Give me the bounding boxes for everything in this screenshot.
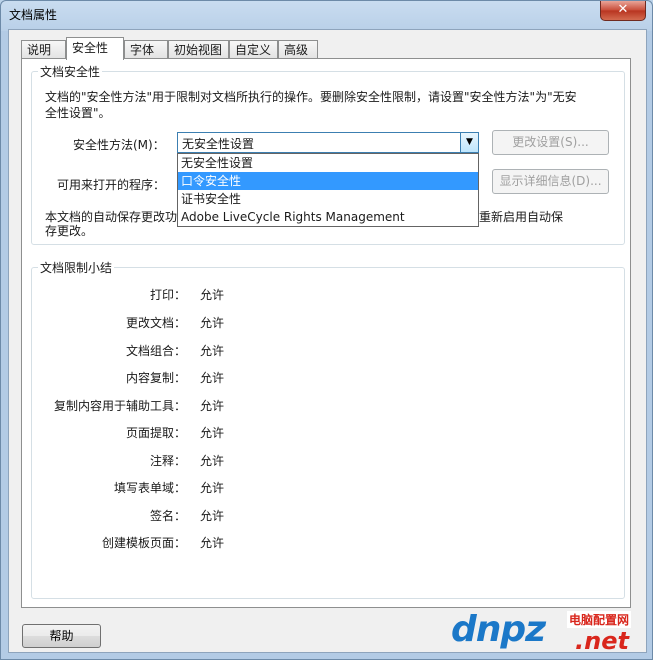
option-password-security[interactable]: 口令安全性 xyxy=(178,172,478,190)
restriction-value-content-copy: 允许 xyxy=(200,371,225,385)
security-method-dropdown: 无安全性设置 口令安全性 证书安全性 Adobe LiveCycle Right… xyxy=(177,153,479,227)
window-title: 文档属性 xyxy=(9,8,58,22)
open-with-label: 可用来打开的程序： xyxy=(57,178,166,192)
tab-custom[interactable]: 自定义 xyxy=(229,40,278,58)
tab-initial-view[interactable]: 初始视图 xyxy=(168,40,229,58)
dialog-window: 文档属性 ✕ 说明 安全性 字体 初始视图 自定义 高级 文档安全性 文档的"安… xyxy=(0,0,653,660)
tab-fonts[interactable]: 字体 xyxy=(124,40,168,58)
restriction-value-accessibility-copy: 允许 xyxy=(200,399,225,413)
restriction-label-template-pages: 创建模板页面： xyxy=(101,536,186,550)
close-button[interactable]: ✕ xyxy=(600,1,646,21)
restriction-value-change-document: 允许 xyxy=(200,316,225,330)
restriction-label-accessibility-copy: 复制内容用于辅助工具： xyxy=(53,399,186,413)
restriction-label-document-assembly: 文档组合： xyxy=(125,344,186,358)
restriction-label-form-fill: 填写表单域： xyxy=(113,481,186,495)
security-method-label: 安全性方法(M)： xyxy=(73,138,165,152)
restriction-label-content-copy: 内容复制： xyxy=(125,371,186,385)
option-livecycle-rights[interactable]: Adobe LiveCycle Rights Management xyxy=(178,208,478,226)
restriction-label-print: 打印： xyxy=(149,288,186,302)
restriction-value-template-pages: 允许 xyxy=(200,536,225,550)
watermark-site-name: 电脑配置网 xyxy=(567,611,632,628)
security-method-select[interactable]: 无安全性设置 ▼ xyxy=(177,132,479,153)
help-button[interactable]: 帮助 xyxy=(22,624,101,648)
dropdown-arrow-icon[interactable]: ▼ xyxy=(460,133,478,152)
restriction-label-signing: 签名： xyxy=(149,509,186,523)
security-description: 文档的"安全性方法"用于限制对文档所执行的操作。要删除安全性限制，请设置"安全性… xyxy=(45,90,577,120)
restriction-label-page-extraction: 页面提取： xyxy=(125,426,186,440)
option-certificate-security[interactable]: 证书安全性 xyxy=(178,190,478,208)
tab-advanced[interactable]: 高级 xyxy=(278,40,318,58)
close-icon: ✕ xyxy=(617,2,629,17)
restriction-value-comments: 允许 xyxy=(200,454,225,468)
restriction-label-comments: 注释： xyxy=(149,454,186,468)
tab-security[interactable]: 安全性 xyxy=(66,37,124,60)
restriction-label-change-document: 更改文档： xyxy=(125,316,186,330)
tab-description[interactable]: 说明 xyxy=(21,40,66,58)
restrictions-group-title: 文档限制小结 xyxy=(38,259,115,276)
autosave-text-line2: 存更改。 xyxy=(45,224,94,238)
autosave-text-right: 重新启用自动保 xyxy=(479,210,564,224)
security-method-value: 无安全性设置 xyxy=(182,137,255,151)
watermark-logo-text: dnpz xyxy=(451,609,546,650)
title-bar[interactable]: 文档属性 ✕ xyxy=(1,1,652,29)
restriction-value-page-extraction: 允许 xyxy=(200,426,225,440)
show-details-button[interactable]: 显示详细信息(D)... xyxy=(492,169,609,194)
security-group-title: 文档安全性 xyxy=(38,63,103,80)
watermark-domain-suffix: .net xyxy=(575,627,629,655)
site-watermark-logo: dnpz 电脑配置网 .net xyxy=(441,605,651,659)
restriction-value-signing: 允许 xyxy=(200,509,225,523)
option-no-security[interactable]: 无安全性设置 xyxy=(178,154,478,172)
change-settings-button[interactable]: 更改设置(S)... xyxy=(492,130,609,155)
restriction-value-document-assembly: 允许 xyxy=(200,344,225,358)
restriction-value-form-fill: 允许 xyxy=(200,481,225,495)
restriction-value-print: 允许 xyxy=(200,288,225,302)
